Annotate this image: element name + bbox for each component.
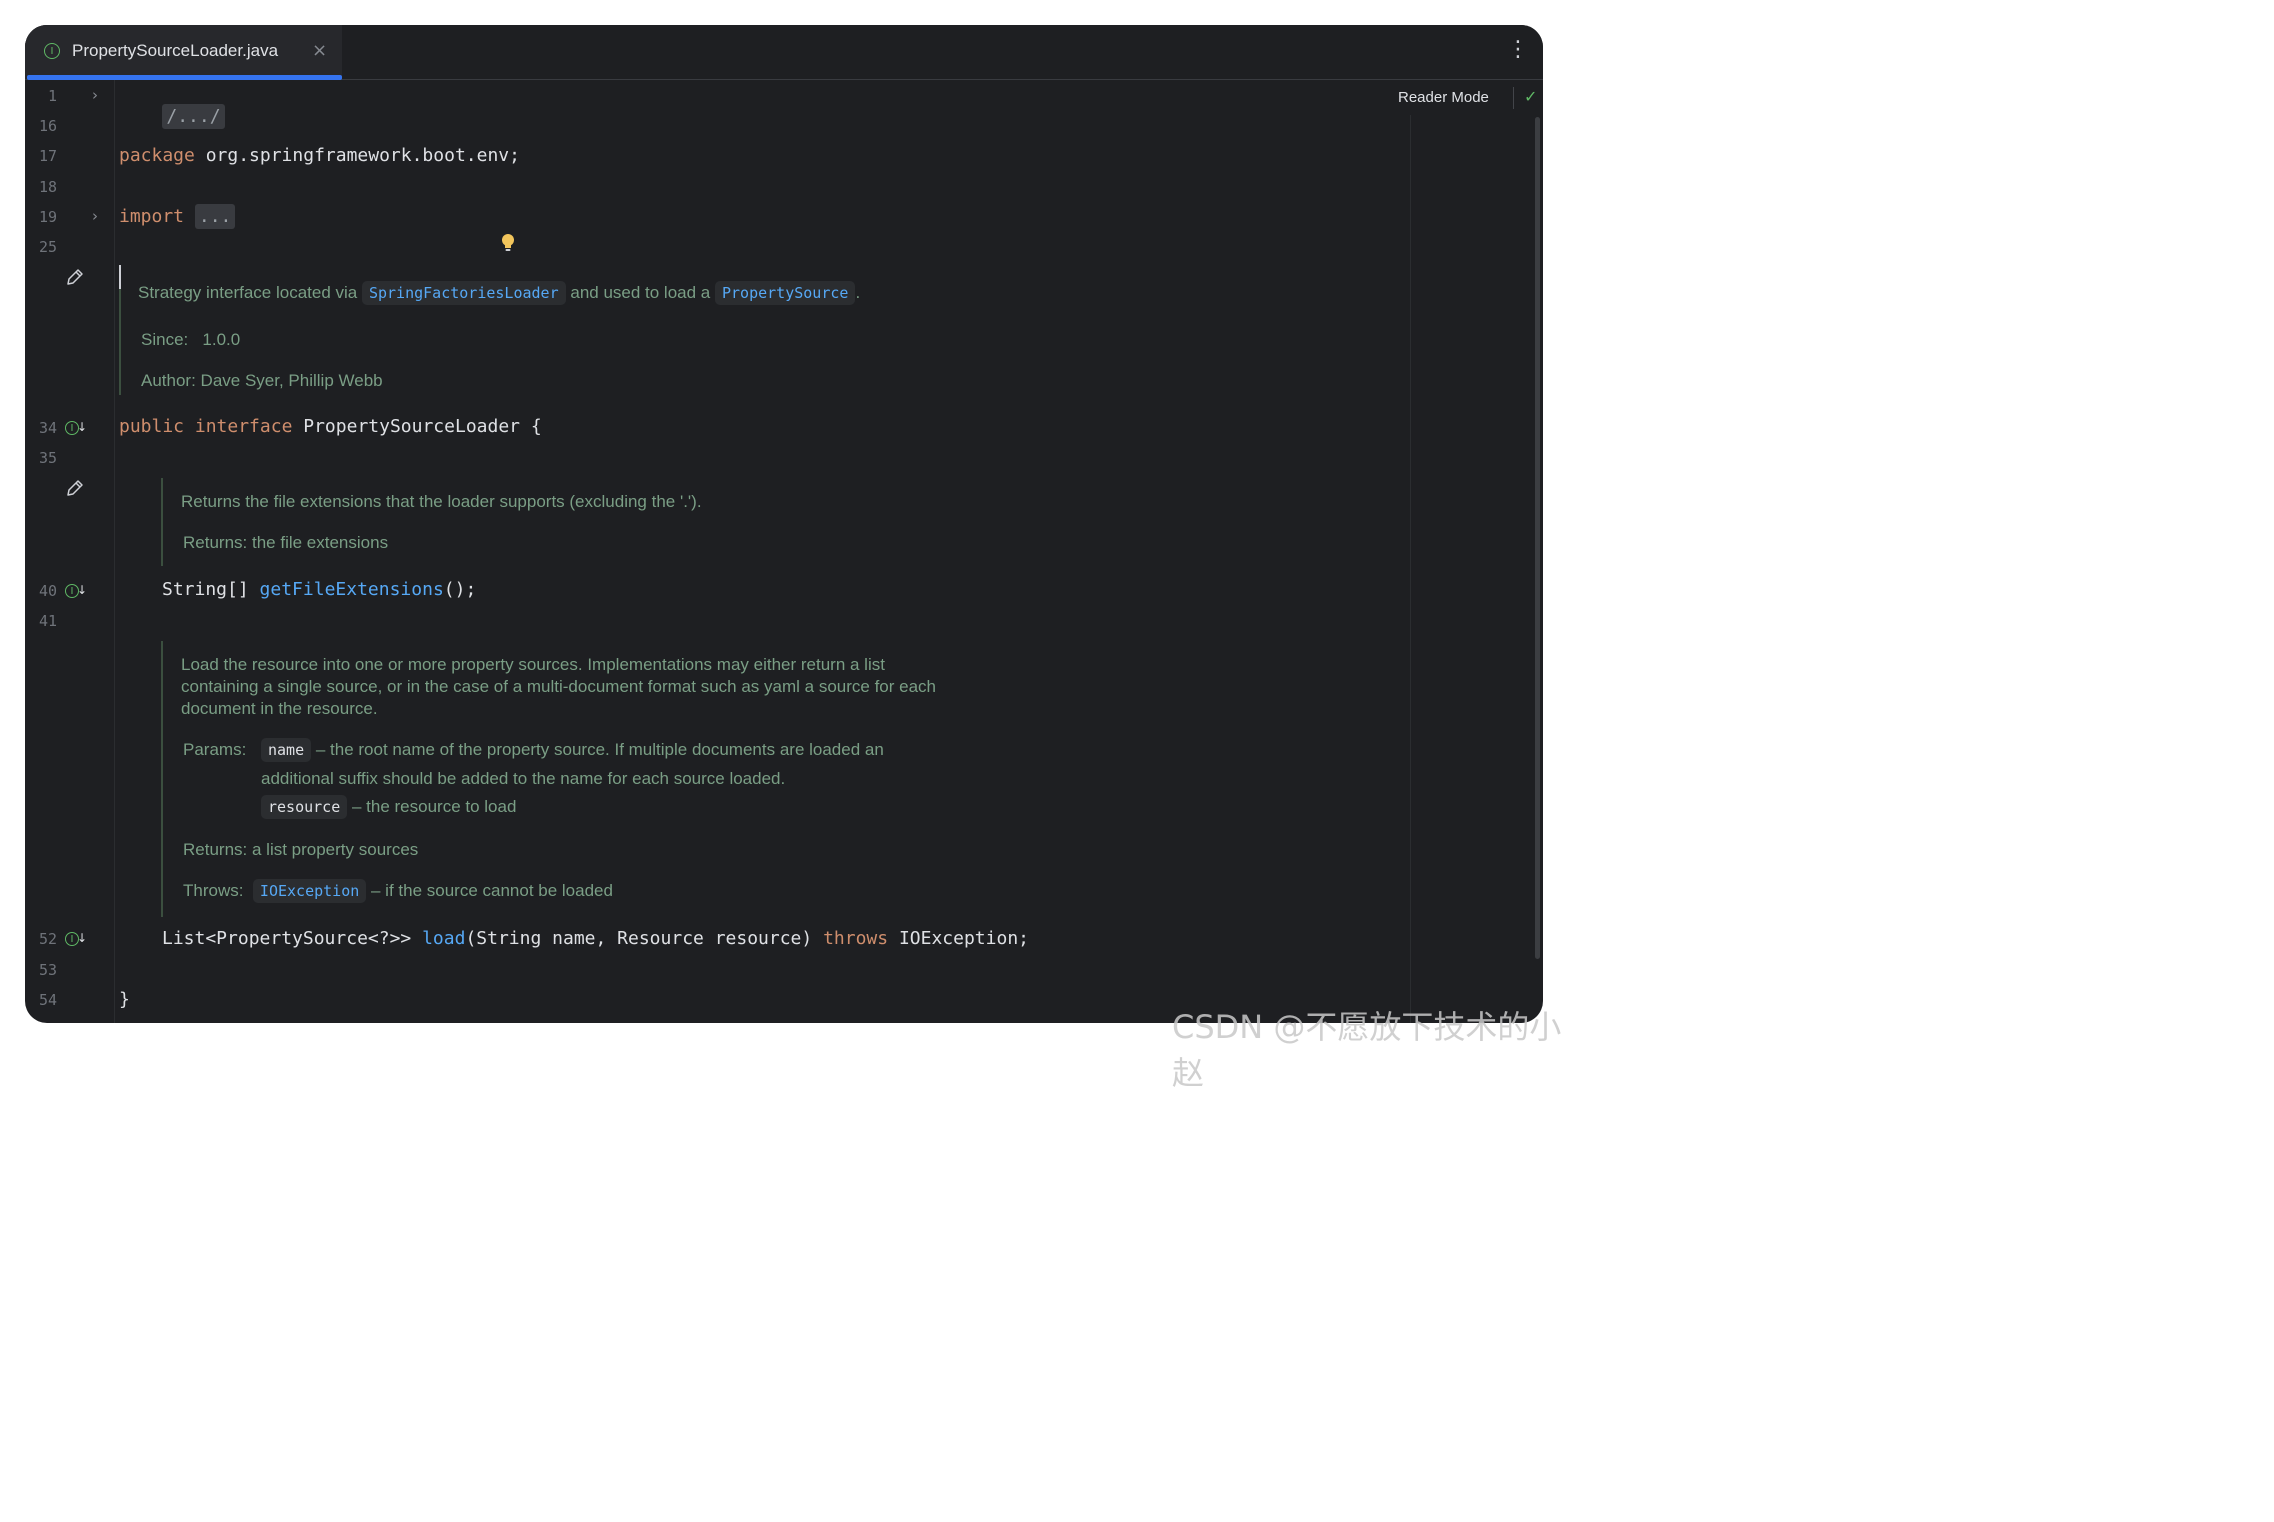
doc-tag-label: Author: (141, 371, 196, 390)
doc-text: – the root name of the property source. … (315, 740, 884, 759)
implemented-marker-icon[interactable]: I ↓ (65, 583, 87, 598)
doc-tag-value: the file extensions (251, 533, 389, 552)
doc-link-propertysource[interactable]: PropertySource (715, 281, 856, 305)
doc-tag-value: 1.0.0 (202, 330, 241, 349)
doc-tag-label: Since: (141, 330, 189, 349)
doc-tag-value: a list property sources (251, 840, 419, 859)
close-icon[interactable]: × (312, 40, 327, 61)
line-number: 19 (38, 208, 57, 226)
doc-comment-summary: Returns the file extensions that the loa… (181, 492, 702, 511)
text-caret (119, 265, 121, 289)
line-number: 53 (38, 961, 57, 979)
line-number: 17 (38, 147, 57, 165)
doc-param-name-cont: additional suffix should be added to the… (261, 769, 786, 788)
doc-param-name: name – the root name of the property sou… (261, 738, 884, 762)
code-line-get-file-extensions: String[] getFileExtensions(); (162, 579, 476, 600)
class-name: PropertySourceLoader { (292, 416, 542, 437)
line-number: 16 (38, 117, 57, 135)
line-number: 34 (38, 419, 57, 437)
param-chip-name: name (261, 738, 312, 762)
line-number: 52 (38, 930, 57, 948)
code-line-import: import ... (119, 204, 236, 229)
doc-throws: Throws: IOException – if the source cann… (183, 879, 613, 903)
doc-returns: Returns: a list property sources (183, 839, 418, 861)
editor-window: I PropertySourceLoader.java × ⋮ Reader M… (25, 25, 1543, 1023)
method-name[interactable]: getFileExtensions (260, 579, 444, 600)
keyword: throws (823, 928, 889, 949)
line-number: 18 (38, 178, 57, 196)
code-line-package: package org.springframework.boot.env; (119, 145, 520, 166)
doc-author: Author: Dave Syer, Phillip Webb (141, 370, 383, 392)
method-name[interactable]: load (422, 928, 465, 949)
doc-link-springfactoriesloader[interactable]: SpringFactoriesLoader (361, 281, 566, 305)
code-text: (); (443, 579, 477, 600)
gutter-divider (114, 80, 115, 1023)
doc-text: – the resource to load (351, 797, 517, 816)
line-number: 41 (38, 612, 57, 630)
code-text: IOException; (888, 928, 1029, 949)
doc-comment-bar (161, 478, 163, 566)
doc-comment-summary: Strategy interface located via SpringFac… (138, 281, 861, 305)
keyword: public (119, 416, 185, 437)
doc-params-label: Params: (183, 740, 247, 759)
line-number: 40 (38, 582, 57, 600)
keyword: import (119, 206, 185, 227)
param-chip-resource: resource (261, 795, 348, 819)
fold-chevron-icon[interactable]: › (92, 86, 98, 104)
doc-link-ioexception[interactable]: IOException (252, 879, 367, 903)
fold-placeholder[interactable]: /.../ (162, 104, 225, 129)
doc-text: . (855, 283, 861, 302)
doc-text: and used to load a (570, 283, 711, 302)
lightbulb-icon[interactable] (499, 232, 517, 254)
doc-comment-bar (119, 289, 121, 395)
doc-tag-value: Dave Syer, Phillip Webb (200, 371, 383, 390)
vertical-scrollbar[interactable] (1535, 117, 1540, 959)
doc-since: Since: 1.0.0 (141, 329, 240, 351)
doc-tag-label: Throws: (183, 881, 244, 900)
tab-label: PropertySourceLoader.java (72, 41, 279, 60)
line-number: 1 (47, 87, 57, 105)
more-options-icon[interactable]: ⋮ (1507, 37, 1529, 62)
code-line-interface-decl: public interface PropertySourceLoader { (119, 416, 542, 437)
implemented-marker-icon[interactable]: I ↓ (65, 931, 87, 946)
return-type: List<PropertySource<?>> (162, 928, 423, 949)
doc-text: containing a single source, or in the ca… (181, 677, 936, 696)
reader-mode-button[interactable]: Reader Mode (1398, 89, 1489, 106)
doc-comment-bar (161, 641, 163, 917)
tab-property-source-loader[interactable]: I PropertySourceLoader.java × (25, 25, 342, 80)
package-name: org.springframework.boot.env; (194, 145, 520, 166)
import-fold-placeholder[interactable]: ... (194, 204, 236, 229)
doc-text: – if the source cannot be loaded (371, 881, 613, 900)
edit-doc-pencil-icon[interactable] (65, 267, 85, 287)
doc-param-resource: resource – the resource to load (261, 795, 517, 819)
line-number: 35 (38, 449, 57, 467)
code-line-load: List<PropertySource<?>> load(String name… (162, 928, 1029, 949)
tab-bar: I PropertySourceLoader.java × ⋮ (25, 25, 1543, 80)
edit-doc-pencil-icon[interactable] (65, 478, 85, 498)
return-type: String[] (162, 579, 260, 600)
line-number: 54 (38, 991, 57, 1009)
doc-tag-label: Returns: (183, 840, 248, 859)
keyword: package (119, 145, 195, 166)
doc-text: document in the resource. (181, 699, 378, 718)
code-text: (String name, Resource resource) (465, 928, 824, 949)
doc-comment-summary: Load the resource into one or more prope… (181, 654, 936, 720)
doc-text: Load the resource into one or more prope… (181, 655, 885, 674)
fold-chevron-icon[interactable]: › (92, 207, 98, 225)
implemented-marker-icon[interactable]: I ↓ (65, 420, 87, 435)
watermark: CSDN @不愿放下技术的小赵 (1172, 1008, 1562, 1092)
toolbar-divider (1513, 87, 1514, 109)
doc-returns: Returns: the file extensions (183, 532, 388, 554)
interface-icon: I (44, 43, 60, 59)
doc-tag-label: Returns: (183, 533, 248, 552)
keyword: interface (194, 416, 293, 437)
code-line-closing-brace: } (119, 989, 130, 1010)
active-tab-indicator (27, 75, 342, 80)
checkmark-icon[interactable]: ✓ (1524, 87, 1537, 106)
right-margin-guide (1410, 115, 1411, 1023)
line-number: 25 (38, 238, 57, 256)
doc-text: Strategy interface located via (138, 283, 358, 302)
code-line-fold-header: /.../ (119, 85, 225, 148)
